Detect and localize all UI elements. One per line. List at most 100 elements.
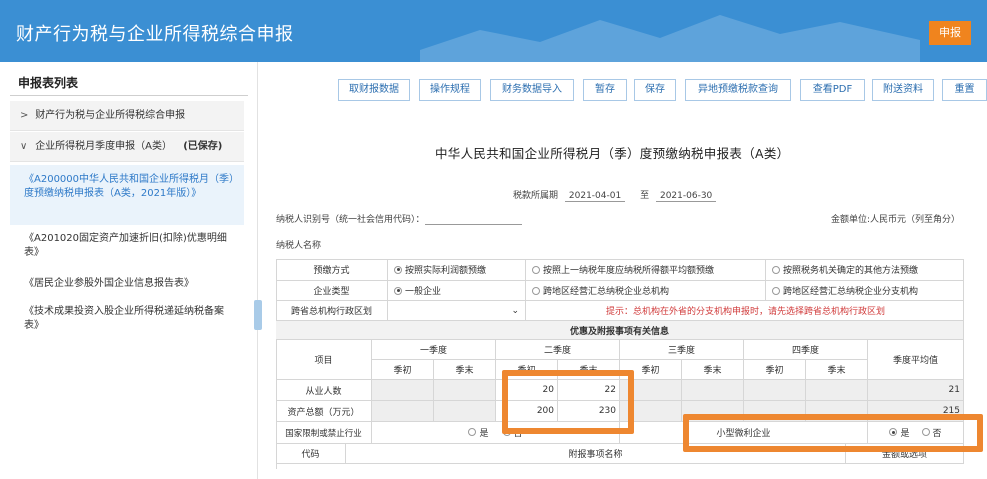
radio-icon bbox=[772, 265, 780, 274]
q3-header: 三季度 bbox=[620, 340, 744, 360]
restricted-yes[interactable]: 是 bbox=[468, 426, 489, 439]
highlight-small-enterprise bbox=[683, 414, 983, 452]
region-label: 跨省总机构行政区划 bbox=[276, 301, 388, 321]
save-button[interactable]: 保存 bbox=[634, 79, 676, 101]
attachments-button[interactable]: 附送资料 bbox=[872, 79, 934, 101]
prepay-option-average[interactable]: 按照上一纳税年度应纳税所得额平均额预缴 bbox=[526, 259, 766, 281]
period-label: 税款所属期 bbox=[513, 191, 559, 201]
enterprise-option-general[interactable]: 一般企业 bbox=[388, 281, 526, 301]
sidebar-item-label: 《居民企业参股外国企业信息报告表》 bbox=[24, 278, 194, 289]
radio-icon bbox=[468, 428, 477, 436]
table-row: 优惠及附报事项有关信息 bbox=[276, 321, 964, 340]
chevron-down-icon: ⌄ bbox=[511, 305, 519, 316]
highlight-q2-values bbox=[502, 370, 634, 434]
option-label: 跨地区经营汇总纳税企业分支机构 bbox=[783, 287, 919, 297]
currency-unit-label: 金额单位:人民币元（列至角分） bbox=[831, 215, 961, 225]
sidebar-group-property-tax[interactable]: > 财产行为税与企业所得税综合申报 bbox=[10, 101, 244, 131]
prepay-option-other[interactable]: 按照税务机关确定的其他方法预缴 bbox=[766, 259, 964, 281]
region-select[interactable]: ⌄ bbox=[388, 301, 526, 321]
q4-end-header: 季末 bbox=[806, 360, 868, 380]
employees-label: 从业人数 bbox=[276, 380, 372, 401]
period-start[interactable]: 2021-04-01 bbox=[564, 191, 626, 202]
sidebar-item-a201020[interactable]: 《A201020固定资产加速折旧(扣除)优惠明细表》 bbox=[10, 232, 244, 266]
sidebar-item-label: 《A201020固定资产加速折旧(扣除)优惠明细表》 bbox=[24, 233, 227, 258]
fetch-financial-data-button[interactable]: 取财报数据 bbox=[338, 79, 410, 101]
chevron-down-icon: ∨ bbox=[20, 141, 28, 152]
chevron-right-icon: > bbox=[20, 110, 29, 121]
view-pdf-button[interactable]: 查看PDF bbox=[800, 79, 865, 101]
enterprise-option-head[interactable]: 跨地区经营汇总纳税企业总机构 bbox=[526, 281, 766, 301]
radio-icon bbox=[772, 286, 780, 295]
radio-selected-icon bbox=[394, 286, 402, 295]
q2-header: 二季度 bbox=[496, 340, 620, 360]
sidebar-item-label: 《A200000中华人民共和国企业所得税月（季）度预缴纳税申报表（A类，2021… bbox=[24, 174, 235, 199]
remote-prepay-query-button[interactable]: 异地预缴税款查询 bbox=[685, 79, 791, 101]
employees-avg: 21 bbox=[868, 380, 964, 401]
q3-end-header: 季末 bbox=[682, 360, 744, 380]
enterprise-type-label: 企业类型 bbox=[276, 281, 388, 301]
report-button[interactable]: 申报 bbox=[929, 21, 971, 45]
taxpayer-id-label: 纳税人识别号（统一社会信用代码）： bbox=[276, 215, 425, 225]
q1-start-header: 季初 bbox=[372, 360, 434, 380]
enterprise-option-branch[interactable]: 跨地区经营汇总纳税企业分支机构 bbox=[766, 281, 964, 301]
q1-header: 一季度 bbox=[372, 340, 496, 360]
option-label: 跨地区经营汇总纳税企业总机构 bbox=[543, 287, 670, 297]
sidebar-item-foreign-report[interactable]: 《居民企业参股外国企业信息报告表》 bbox=[10, 277, 244, 295]
radio-icon bbox=[532, 286, 540, 295]
saved-status: (已保存) bbox=[183, 141, 223, 152]
period-end[interactable]: 2021-06-30 bbox=[655, 191, 717, 202]
assets-q1-end bbox=[434, 401, 496, 422]
hint-text: 提示：总机构在外省的分支机构申报时，请先选择跨省总机构行政区划 bbox=[606, 307, 886, 317]
sidebar-group-label: 财产行为税与企业所得税综合申报 bbox=[35, 110, 186, 121]
import-financial-data-button[interactable]: 财务数据导入 bbox=[490, 79, 574, 101]
tax-period: 税款所属期 2021-04-01 至 2021-06-30 bbox=[513, 188, 720, 202]
assets-q1-start bbox=[372, 401, 434, 422]
region-hint: 提示：总机构在外省的分支机构申报时，请先选择跨省总机构行政区划 bbox=[526, 301, 964, 321]
q4-start-header: 季初 bbox=[744, 360, 806, 380]
sidebar-item-tech-investment[interactable]: 《技术成果投资入股企业所得税递延纳税备案表》 bbox=[10, 305, 244, 339]
q4-header: 四季度 bbox=[744, 340, 868, 360]
employees-q1-start bbox=[372, 380, 434, 401]
sidebar-divider bbox=[10, 95, 248, 96]
sidebar-item-a200000[interactable]: 《A200000中华人民共和国企业所得税月（季）度预缴纳税申报表（A类，2021… bbox=[10, 165, 244, 225]
radio-icon bbox=[532, 265, 540, 274]
sidebar-group-income-tax[interactable]: ∨ 企业所得税月季度申报（A类） (已保存) bbox=[10, 132, 244, 162]
app-header: 财产行为税与企业所得税综合申报 申报 bbox=[0, 0, 987, 62]
great-wall-illustration bbox=[420, 15, 920, 62]
prepay-label: 预缴方式 bbox=[276, 259, 388, 281]
table-row: 预缴方式 按照实际利润额预缴 按照上一纳税年度应纳税所得额平均额预缴 按照税务机… bbox=[276, 259, 964, 281]
table-row: 跨省总机构行政区划 ⌄ 提示：总机构在外省的分支机构申报时，请先选择跨省总机构行… bbox=[276, 301, 964, 321]
employees-q1-end bbox=[434, 380, 496, 401]
code-header: 代码 bbox=[276, 444, 346, 464]
table-row: 企业类型 一般企业 跨地区经营汇总纳税企业总机构 跨地区经营汇总纳税企业分支机构 bbox=[276, 281, 964, 301]
sidebar: 申报表列表 > 财产行为税与企业所得税综合申报 ∨ 企业所得税月季度申报（A类）… bbox=[0, 62, 258, 479]
period-to: 至 bbox=[640, 191, 650, 201]
section-title: 优惠及附报事项有关信息 bbox=[276, 321, 964, 340]
employees-q4-end bbox=[806, 380, 868, 401]
avg-header: 季度平均值 bbox=[868, 340, 964, 380]
radio-selected-icon bbox=[394, 265, 402, 274]
option-label: 是 bbox=[479, 429, 489, 439]
item-header: 项目 bbox=[276, 340, 372, 380]
sidebar-item-label: 《技术成果投资入股企业所得税递延纳税备案表》 bbox=[24, 306, 224, 331]
q1-end-header: 季末 bbox=[434, 360, 496, 380]
taxpayer-id-field[interactable] bbox=[425, 224, 522, 225]
option-label: 按照上一纳税年度应纳税所得额平均额预缴 bbox=[543, 266, 715, 276]
operation-guide-button[interactable]: 操作规程 bbox=[419, 79, 481, 101]
employees-q3-end bbox=[682, 380, 744, 401]
employees-q4-start bbox=[744, 380, 806, 401]
draft-button[interactable]: 暂存 bbox=[583, 79, 627, 101]
option-label: 按照实际利润额预缴 bbox=[405, 266, 487, 276]
prepay-option-actual[interactable]: 按照实际利润额预缴 bbox=[388, 259, 526, 281]
sidebar-group-label: 企业所得税月季度申报（A类） bbox=[35, 141, 173, 152]
app-title: 财产行为税与企业所得税综合申报 bbox=[16, 24, 294, 45]
sidebar-title: 申报表列表 bbox=[18, 76, 79, 90]
restricted-industry-label: 国家限制或禁止行业 bbox=[276, 422, 372, 444]
form-title: 中华人民共和国企业所得税月（季）度预缴纳税申报表（A类） bbox=[435, 146, 790, 161]
sidebar-collapse-handle[interactable] bbox=[254, 300, 262, 330]
assets-label: 资产总额（万元） bbox=[276, 401, 372, 422]
taxpayer-name-label: 纳税人名称 bbox=[276, 241, 322, 251]
option-label: 按照税务机关确定的其他方法预缴 bbox=[783, 266, 919, 276]
option-label: 一般企业 bbox=[405, 287, 442, 297]
reset-button[interactable]: 重置 bbox=[942, 79, 987, 101]
